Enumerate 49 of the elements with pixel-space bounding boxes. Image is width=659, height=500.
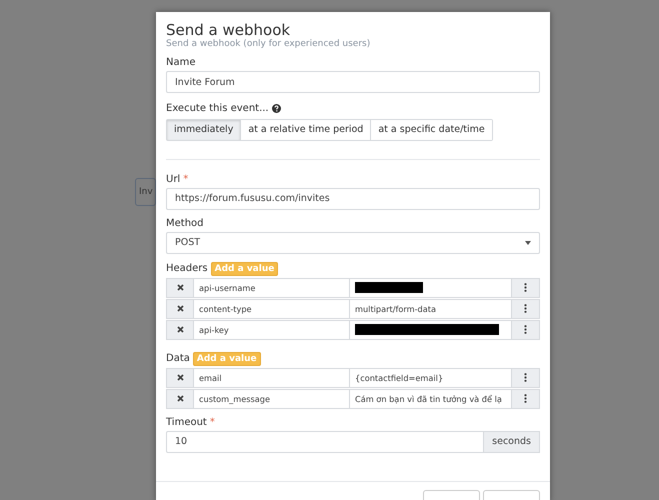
remove-button[interactable] (166, 388, 194, 408)
section-label: Headers (166, 263, 208, 274)
close-icon (176, 374, 184, 381)
help-icon (272, 104, 281, 113)
timeout-input[interactable]: 10 (166, 430, 484, 452)
required-mark: * (210, 416, 215, 428)
close-icon (176, 305, 184, 312)
unit-label: seconds (484, 430, 540, 452)
more-icon (524, 325, 527, 334)
field-label: Method (166, 218, 204, 228)
name-input[interactable]: Invite Forum (166, 71, 540, 93)
more-icon (524, 394, 527, 403)
modal-title: Send a webhook (166, 22, 292, 39)
key-cell[interactable]: custom_message (194, 388, 350, 408)
timing-option[interactable]: immediately (167, 120, 240, 140)
field-label: Timeout (166, 416, 207, 428)
close-icon (176, 395, 184, 402)
value-cell[interactable]: Cám ơn bạn vì đã tin tưởng và để lạ (350, 388, 512, 408)
key-cell[interactable]: api-username (194, 278, 350, 298)
more-button[interactable] (512, 320, 540, 340)
modal-subtitle: Send a webhook (only for experienced users) (166, 39, 372, 49)
remove-button[interactable] (166, 320, 194, 340)
remove-button[interactable] (166, 278, 194, 298)
key-cell[interactable]: content-type (194, 298, 350, 318)
close-icon (176, 326, 184, 333)
method-select[interactable]: POST (166, 232, 540, 254)
more-button[interactable] (512, 368, 540, 388)
field-label: Name (166, 57, 196, 68)
required-mark: * (183, 174, 188, 184)
section-label: Data (166, 353, 190, 364)
timing-option[interactable]: at a specific date/time (370, 120, 492, 140)
close-icon (176, 284, 184, 291)
more-icon (524, 304, 527, 313)
key-cell[interactable]: email (194, 368, 350, 388)
remove-button[interactable] (166, 298, 194, 318)
remove-button[interactable] (166, 368, 194, 388)
more-icon (524, 283, 527, 292)
more-icon (524, 373, 527, 382)
value-cell[interactable]: {contactfield=email} (350, 368, 512, 388)
more-button[interactable] (512, 278, 540, 298)
redacted-block (355, 282, 423, 293)
field-label: Execute this event... (166, 103, 269, 114)
field-label: Url (166, 174, 180, 184)
more-button[interactable] (512, 388, 540, 408)
more-button[interactable] (512, 298, 540, 318)
url-input[interactable]: https://forum.fususu.com/invites (166, 188, 540, 210)
caret-icon (525, 240, 531, 244)
key-cell[interactable]: api-key (194, 320, 350, 340)
value-cell[interactable]: multipart/form-data (350, 298, 512, 318)
